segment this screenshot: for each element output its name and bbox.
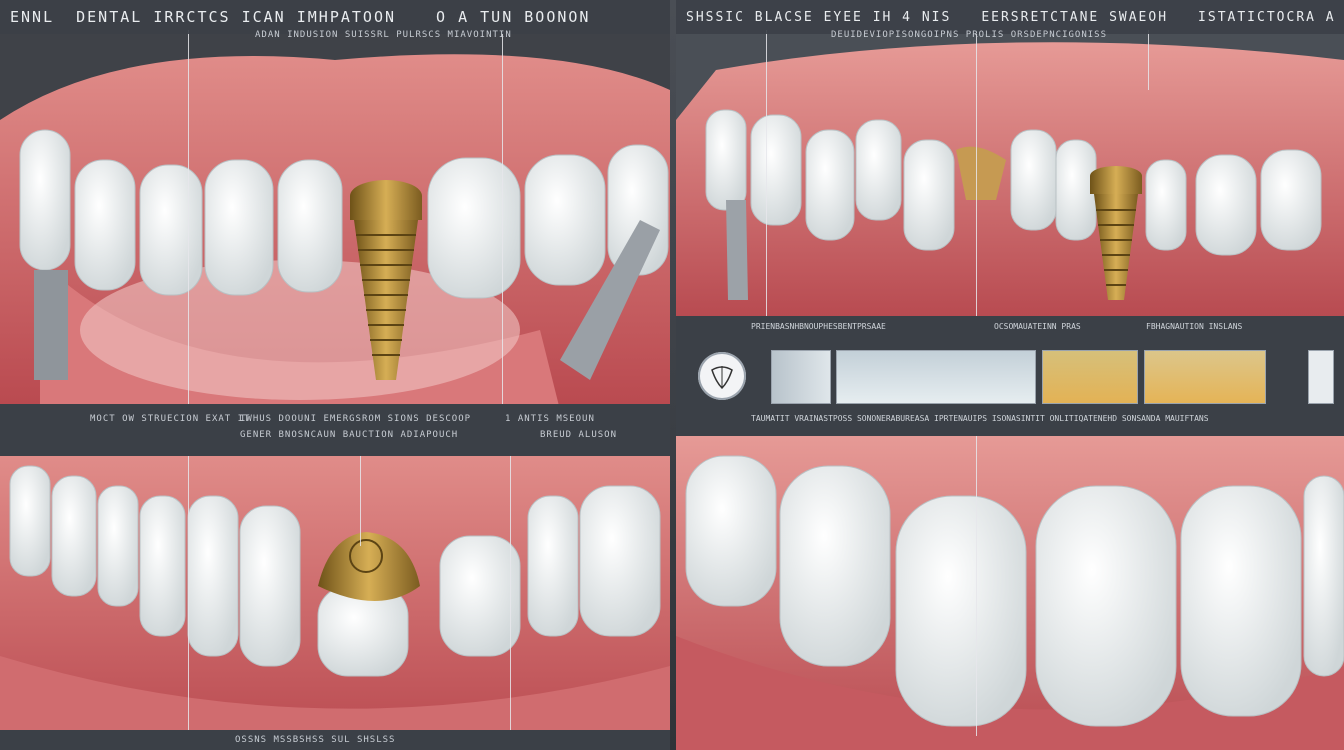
caption-mid: IWHUS DOOUNI EMERGSROM SIONS DESCOOP [240,414,472,424]
annotation-line-4 [976,30,977,316]
annotation-line-3 [766,30,767,316]
panel-implant-front: ENNL DENTAL IRRCTCS ICAN IMHPATOON O A T… [0,0,670,410]
header-right-mid: EERSRETCTANE SWAEOH [981,9,1169,25]
annotation-line-6 [188,456,189,750]
veneers-closeup-illustration [676,436,1344,750]
annotation-line-8 [510,456,511,750]
bottom-caption: OSSNS MSSBSHSS SUL SHSLSS [235,735,396,745]
header-subtitle: ADAN INDUSION SUISSRL PULRSCS MIAVOINTIN [255,30,512,40]
material-thumb-1 [771,350,831,404]
panel-header-right: SHSSIC BLACSE EYEE IH 4 NIS EERSRETCTANE… [676,0,1344,34]
header-right-right: ISTATICTOCRA A [1198,9,1336,25]
material-thumb-4 [1144,350,1266,404]
crown-lower-illustration [0,456,670,750]
header-right-subtitle: DEUIDEVIOPISONGOIPNS PROLIS ORSDEPNCIGON… [831,30,1107,40]
panel-implant-side: SHSSIC BLACSE EYEE IH 4 NIS EERSRETCTANE… [676,0,1344,316]
annotation-line-2 [502,30,503,410]
strip-label-1: PRIENBASNHBNOUPHESBENTPRSAAE [751,322,886,331]
material-thumb-5 [1308,350,1334,404]
caption-band-left: MOCT OW STRUECION EXAT IT IWHUS DOOUNI E… [0,404,670,456]
caption-right-2: BREUD ALUSON [540,430,618,440]
panel-header: ENNL DENTAL IRRCTCS ICAN IMHPATOON O A T… [0,0,670,34]
header-right-text: O A TUN BOONON [436,8,591,26]
caption-left: MOCT OW STRUECION EXAT IT [90,414,251,424]
material-thumb-3 [1042,350,1138,404]
annotation-line-1 [188,30,189,410]
annotation-line-7 [360,456,361,546]
tooth-diagram-icon [698,352,746,400]
bottom-caption-band: OSSNS MSSBSHSS SUL SHSLSS [0,730,670,750]
annotation-line-5 [1148,30,1149,90]
implant-side-illustration [676,0,1344,316]
strip-label-2: OCSOMAUATEINN PRAS [994,322,1081,331]
annotation-line-9 [976,436,977,736]
panel-crown-lower: OSSNS MSSBSHSS SUL SHSLSS [0,456,670,750]
caption-right: 1 ANTIS MSEOUN [505,414,595,424]
implant-front-illustration [0,0,670,410]
material-thumb-2 [836,350,1036,404]
collage-frame: ENNL DENTAL IRRCTCS ICAN IMHPATOON O A T… [0,0,1344,750]
strip-label-3: FBHAGNAUTION INSLANS [1146,322,1243,331]
header-right-left: SHSSIC BLACSE EYEE IH 4 NIS [686,9,952,25]
panel-veneers-closeup [676,436,1344,750]
header-left-text: ENNL [10,8,55,26]
strip-caption: TAUMATIT VRAINASTPOSS SONONERABUREASA IP… [751,414,1209,423]
header-title: DENTAL IRRCTCS ICAN IMHPATOON [76,8,397,26]
material-strip: PRIENBASNHBNOUPHESBENTPRSAAE OCSOMAUATEI… [676,316,1344,436]
caption-mid-2: GENER BNOSNCAUN BAUCTION ADIAPOUCH [240,430,459,440]
